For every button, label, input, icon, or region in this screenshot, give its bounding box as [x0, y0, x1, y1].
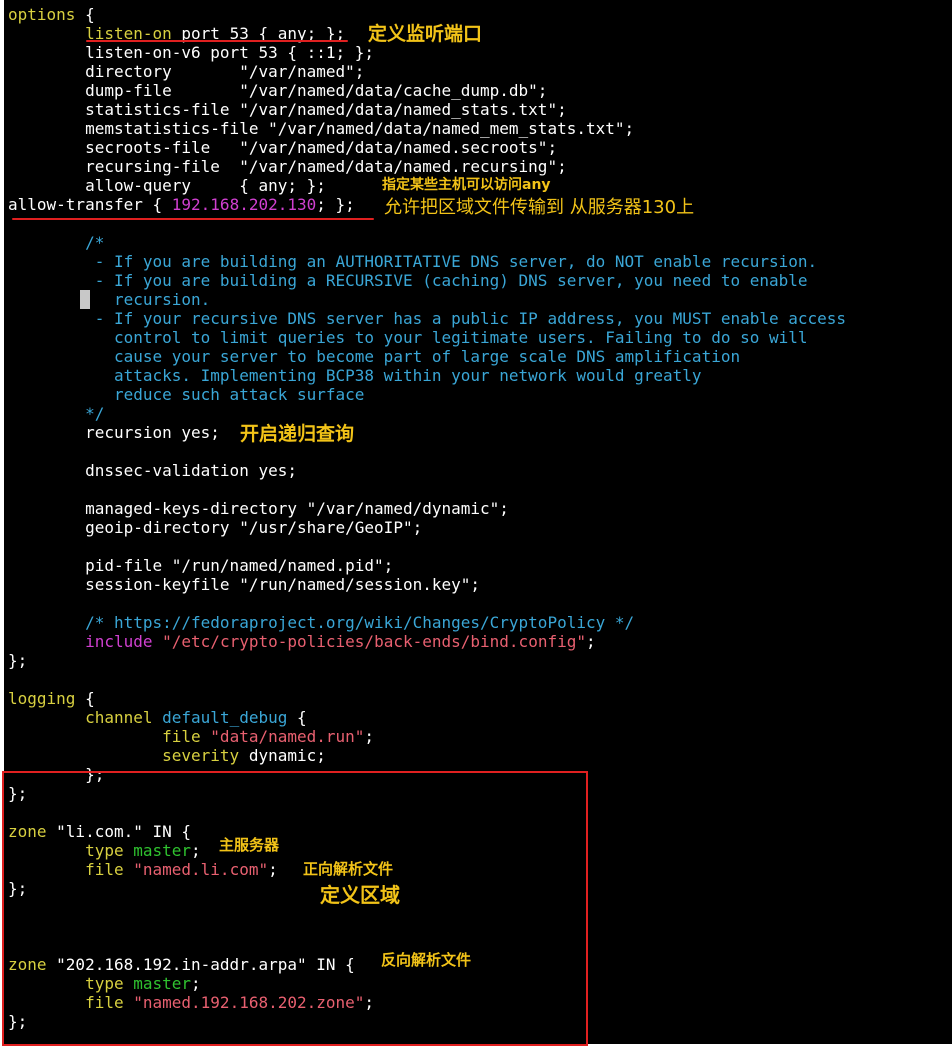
annotation-reverse-file: 反向解析文件 — [381, 951, 472, 969]
code-line-3: listen-on-v6 port 53 { ::1; }; — [8, 43, 375, 62]
comment-line-6: control to limit queries to your legitim… — [8, 328, 808, 347]
comment-line-2: - If you are building an AUTHORITATIVE D… — [8, 252, 818, 271]
code-line-6: statistics-file "/var/named/data/named_s… — [8, 100, 567, 119]
comment-line-3: - If you are building a RECURSIVE (cachi… — [8, 271, 808, 290]
code-line-5: dump-file "/var/named/data/cache_dump.db… — [8, 81, 548, 100]
annotation-define-zone: 定义区域 — [320, 883, 400, 907]
text-cursor — [80, 290, 90, 309]
comment-line-9: reduce such attack surface — [8, 385, 365, 404]
code-line-4: directory "/var/named"; — [8, 62, 365, 81]
annotation-allow-query: 指定某些主机可以访问any — [382, 177, 551, 193]
code-line-crypto-comment: /* https://fedoraproject.org/wiki/Change… — [8, 613, 635, 632]
allow-transfer-underline — [12, 218, 374, 220]
code-line-managed-keys: managed-keys-directory "/var/named/dynam… — [8, 499, 509, 518]
code-line-9: recursing-file "/var/named/data/named.re… — [8, 157, 567, 176]
code-line-channel: channel default_debug { — [85, 708, 307, 727]
comment-line-7: cause your server to become part of larg… — [8, 347, 741, 366]
comment-line-1: /* — [8, 233, 105, 252]
annotation-recursion: 开启递归查询 — [240, 423, 355, 445]
code-line-10: allow-query { any; }; — [8, 176, 326, 195]
comment-line-10: */ — [8, 404, 105, 423]
code-line-pid-file: pid-file "/run/named/named.pid"; — [8, 556, 394, 575]
code-line-7: memstatistics-file "/var/named/data/name… — [8, 119, 635, 138]
code-line-options-close: }; — [8, 651, 28, 670]
comment-line-4: recursion. — [8, 290, 211, 309]
annotation-allow-transfer: 允许把区域文件传输到 从服务器130上 — [384, 197, 695, 218]
code-line-1: options { — [8, 5, 95, 24]
annotation-listen-port: 定义监听端口 — [368, 23, 483, 45]
listen-on-underline — [86, 40, 348, 42]
code-line-dnssec: dnssec-validation yes; — [8, 461, 297, 480]
annotation-forward-file: 正向解析文件 — [303, 860, 394, 878]
code-line-include: include "/etc/crypto-policies/back-ends/… — [85, 632, 596, 651]
code-line-logging: logging { — [8, 689, 95, 708]
code-line-recursion: recursion yes; — [8, 423, 220, 442]
comment-line-5: - If your recursive DNS server has a pub… — [8, 309, 847, 328]
code-line-severity: severity dynamic; — [162, 746, 326, 765]
zones-highlight-box — [2, 771, 588, 1046]
code-line-channel-file: file "data/named.run"; — [162, 727, 375, 746]
code-line-8: secroots-file "/var/named/data/named.sec… — [8, 138, 558, 157]
code-line-geoip: geoip-directory "/usr/share/GeoIP"; — [8, 518, 423, 537]
code-line-11: allow-transfer { 192.168.202.130; }; — [8, 195, 355, 214]
annotation-master: 主服务器 — [219, 836, 280, 854]
comment-line-8: attacks. Implementing BCP38 within your … — [8, 366, 702, 385]
code-line-session-keyfile: session-keyfile "/run/named/session.key"… — [8, 575, 481, 594]
